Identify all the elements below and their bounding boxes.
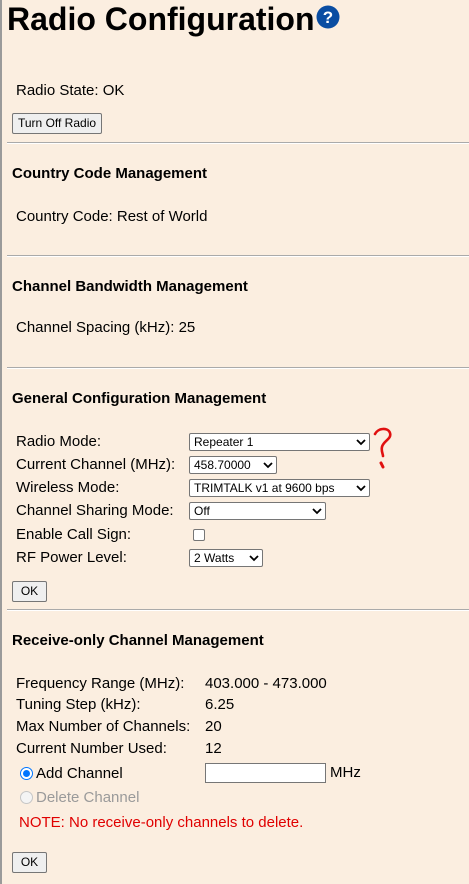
chevron-down-icon bbox=[249, 555, 259, 562]
wireless-mode-label: Wireless Mode: bbox=[16, 479, 120, 496]
max-channels-label: Max Number of Channels: bbox=[16, 718, 191, 735]
channel-bandwidth-heading: Channel Bandwidth Management bbox=[12, 278, 248, 295]
delete-channel-radio[interactable] bbox=[20, 791, 33, 804]
current-used-label: Current Number Used: bbox=[16, 740, 167, 757]
current-channel-select[interactable]: 458.70000 bbox=[189, 456, 277, 474]
call-sign-checkbox[interactable] bbox=[193, 529, 205, 541]
add-channel-label: Add Channel bbox=[36, 765, 123, 782]
radio-state-label: Radio State: OK bbox=[16, 82, 125, 99]
receive-only-ok-button[interactable]: OK bbox=[12, 852, 47, 873]
annotation-question-mark-icon bbox=[373, 427, 392, 469]
current-channel-value: 458.70000 bbox=[194, 458, 251, 472]
rf-power-select[interactable]: 2 Watts bbox=[189, 549, 263, 567]
page-title: Radio Configuration bbox=[7, 1, 315, 37]
divider bbox=[7, 609, 469, 611]
general-ok-button[interactable]: OK bbox=[12, 581, 47, 602]
chevron-down-icon bbox=[356, 439, 366, 446]
radio-mode-select[interactable]: Repeater 1 bbox=[189, 433, 370, 451]
radio-mode-value: Repeater 1 bbox=[194, 435, 254, 449]
tuning-step-value: 6.25 bbox=[205, 696, 235, 713]
divider bbox=[7, 367, 469, 369]
max-channels-value: 20 bbox=[205, 718, 222, 735]
chevron-down-icon bbox=[263, 462, 273, 469]
svg-text:?: ? bbox=[323, 8, 333, 27]
chevron-down-icon bbox=[356, 485, 366, 492]
channel-sharing-label: Channel Sharing Mode: bbox=[16, 502, 174, 519]
current-used-value: 12 bbox=[205, 740, 222, 757]
add-channel-input[interactable] bbox=[205, 763, 326, 783]
receive-only-heading: Receive-only Channel Management bbox=[12, 632, 264, 649]
frequency-range-value: 403.000 - 473.000 bbox=[205, 675, 327, 692]
mhz-unit-label: MHz bbox=[330, 764, 361, 781]
no-channels-note: NOTE: No receive-only channels to delete… bbox=[19, 814, 304, 831]
channel-sharing-value: Off bbox=[194, 504, 210, 518]
left-border bbox=[0, 0, 2, 884]
divider bbox=[7, 142, 469, 144]
frequency-range-label: Frequency Range (MHz): bbox=[16, 675, 185, 692]
country-code-heading: Country Code Management bbox=[12, 165, 208, 182]
call-sign-label: Enable Call Sign: bbox=[16, 526, 132, 543]
general-config-heading: General Configuration Management bbox=[12, 390, 267, 407]
rf-power-value: 2 Watts bbox=[194, 551, 235, 565]
rf-power-label: RF Power Level: bbox=[16, 549, 127, 566]
country-code-label: Country Code: Rest of World bbox=[16, 208, 208, 225]
wireless-mode-select[interactable]: TRIMTALK v1 at 9600 bps bbox=[189, 479, 370, 497]
wireless-mode-value: TRIMTALK v1 at 9600 bps bbox=[194, 481, 335, 495]
radio-mode-label: Radio Mode: bbox=[16, 433, 102, 450]
channel-spacing-label: Channel Spacing (kHz): 25 bbox=[16, 319, 196, 336]
help-icon[interactable]: ? bbox=[316, 5, 340, 29]
delete-channel-label: Delete Channel bbox=[36, 789, 140, 806]
divider bbox=[7, 255, 469, 257]
turn-off-radio-button[interactable]: Turn Off Radio bbox=[12, 113, 103, 134]
add-channel-radio[interactable] bbox=[20, 767, 33, 780]
tuning-step-label: Tuning Step (kHz): bbox=[16, 696, 141, 713]
channel-sharing-select[interactable]: Off bbox=[189, 502, 326, 520]
current-channel-label: Current Channel (MHz): bbox=[16, 456, 176, 473]
chevron-down-icon bbox=[312, 508, 322, 515]
